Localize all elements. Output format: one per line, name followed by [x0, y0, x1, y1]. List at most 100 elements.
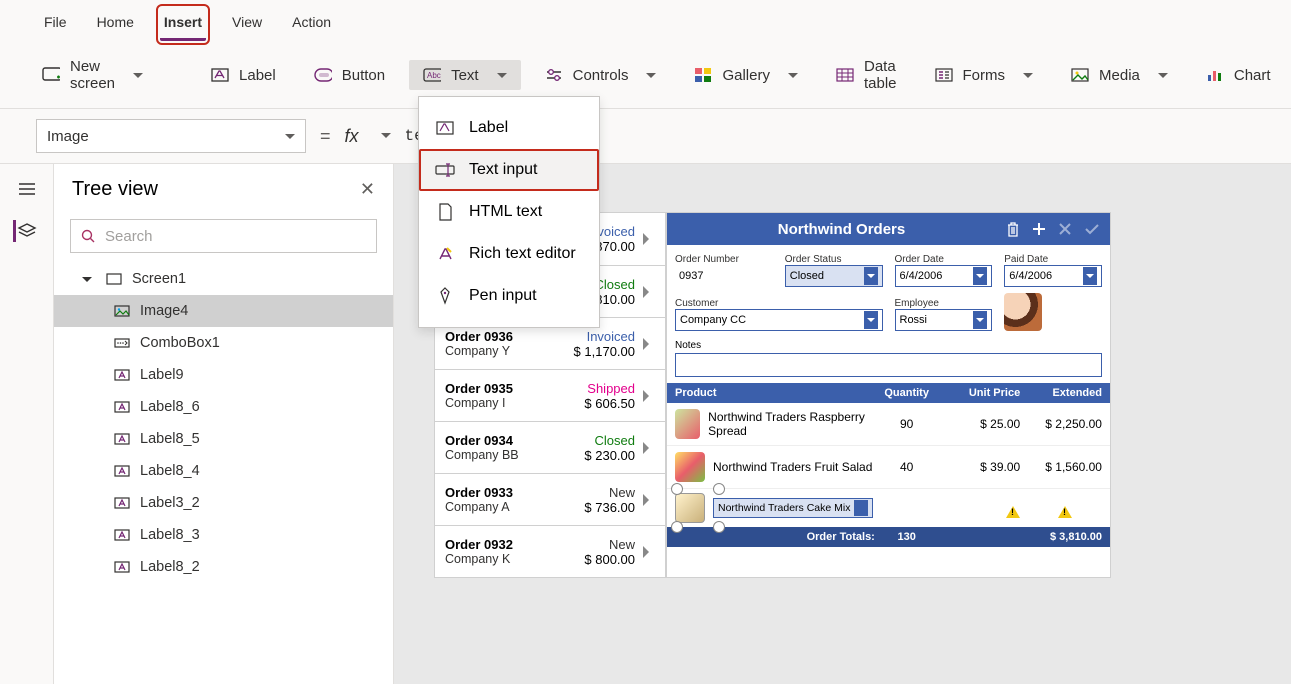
- menu-item-html-text[interactable]: HTML text: [419, 191, 599, 233]
- calendar-icon: [973, 267, 987, 285]
- order-status: New: [584, 537, 635, 552]
- product-qty: 90: [875, 417, 939, 431]
- layers-icon[interactable]: [13, 220, 37, 242]
- product-unit-price: $ 25.00: [938, 417, 1020, 431]
- employee-select[interactable]: Rossi: [895, 309, 993, 331]
- screen-icon: [106, 273, 122, 285]
- controls-dropdown-button[interactable]: Controls: [531, 60, 671, 90]
- product-row[interactable]: Northwind Traders Raspberry Spread90$ 25…: [667, 403, 1110, 446]
- chart-dropdown-button[interactable]: Chart: [1192, 60, 1285, 90]
- chevron-right-icon: [643, 546, 655, 558]
- selection-handle[interactable]: [671, 521, 683, 533]
- chevron-down-icon: [125, 67, 143, 84]
- tree-item-label8_2[interactable]: Label8_2: [54, 551, 393, 583]
- forms-icon: [935, 66, 953, 84]
- product-thumbnail: [675, 409, 700, 439]
- value-order-number: 0937: [675, 265, 773, 287]
- tab-home[interactable]: Home: [93, 8, 138, 41]
- calendar-icon: [1083, 267, 1097, 285]
- close-tree-button[interactable]: ✕: [360, 179, 375, 200]
- media-icon: [1071, 66, 1089, 84]
- order-name: Order 0935: [445, 381, 576, 396]
- forms-dropdown-button[interactable]: Forms: [921, 60, 1048, 90]
- gallery-dropdown-button[interactable]: Gallery: [680, 60, 812, 90]
- paid-date-input[interactable]: 6/4/2006: [1004, 265, 1102, 287]
- order-amount: $ 736.00: [584, 500, 635, 515]
- controls-label: Controls: [573, 67, 629, 84]
- order-name: Order 0932: [445, 537, 576, 552]
- new-screen-label: New screen: [70, 58, 115, 92]
- warning-icon: [1058, 499, 1072, 518]
- tab-view[interactable]: View: [228, 8, 266, 41]
- tree-item-label8_3[interactable]: Label8_3: [54, 519, 393, 551]
- chevron-right-icon: [643, 338, 655, 350]
- th-qty: Quantity: [875, 387, 939, 399]
- media-dropdown-button[interactable]: Media: [1057, 60, 1182, 90]
- chevron-down-icon: [1015, 67, 1033, 84]
- tree-search-input[interactable]: Search: [70, 219, 377, 253]
- product-thumbnail[interactable]: [675, 493, 705, 523]
- tree-item-combobox1[interactable]: ComboBox1: [54, 327, 393, 359]
- menu-item-text-input[interactable]: Text input: [419, 149, 599, 191]
- tab-file[interactable]: File: [40, 8, 71, 41]
- search-placeholder: Search: [105, 228, 153, 245]
- button-label: Button: [342, 67, 385, 84]
- new-screen-button[interactable]: New screen: [28, 52, 157, 98]
- order-list-item[interactable]: Order 0933Company ANew$ 736.00: [435, 473, 665, 525]
- tab-action[interactable]: Action: [288, 8, 335, 41]
- tree-item-label8_5[interactable]: Label8_5: [54, 423, 393, 455]
- menu-item-pen-input[interactable]: Pen input: [419, 275, 599, 317]
- notes-input[interactable]: [675, 353, 1102, 377]
- save-icon[interactable]: [1084, 223, 1100, 235]
- tree-item-label: ComboBox1: [140, 335, 220, 351]
- menu-item-label[interactable]: Label: [419, 107, 599, 149]
- add-icon[interactable]: [1032, 222, 1046, 236]
- tree-view-title: Tree view: [72, 178, 158, 201]
- label-order-status: Order Status: [785, 254, 842, 265]
- tree-root[interactable]: Screen1: [54, 263, 393, 295]
- product-unit-price: $ 39.00: [938, 460, 1020, 474]
- gallery-icon: [694, 66, 712, 84]
- label-notes: Notes: [675, 340, 701, 351]
- selection-handle[interactable]: [671, 483, 683, 495]
- chevron-down-icon: [277, 128, 295, 145]
- product-name: Northwind Traders Raspberry Spread: [708, 410, 875, 438]
- tab-insert[interactable]: Insert: [160, 8, 206, 41]
- order-list-item[interactable]: Order 0935Company IShipped$ 606.50: [435, 369, 665, 421]
- order-date-input[interactable]: 6/4/2006: [895, 265, 993, 287]
- totals-ext: $ 3,810.00: [1020, 531, 1102, 543]
- warning-icon: [1006, 499, 1020, 518]
- data-table-label: Data table: [864, 58, 897, 92]
- tree-item-label8_6[interactable]: Label8_6: [54, 391, 393, 423]
- hamburger-icon[interactable]: [15, 178, 39, 200]
- chevron-right-icon: [643, 494, 655, 506]
- label-button[interactable]: Label: [197, 60, 290, 90]
- customer-select[interactable]: Company CC: [675, 309, 883, 331]
- new-product-select[interactable]: Northwind Traders Cake Mix: [713, 498, 873, 518]
- order-company: Company Y: [445, 344, 566, 358]
- tree-item-label9[interactable]: Label9: [54, 359, 393, 391]
- order-list-item[interactable]: Order 0934Company BBClosed$ 230.00: [435, 421, 665, 473]
- control-icon: [114, 561, 130, 573]
- text-label: Text: [451, 67, 479, 84]
- svg-text:Abc: Abc: [427, 71, 441, 80]
- menu-item-rich-text[interactable]: Rich text editor: [419, 233, 599, 275]
- button-button[interactable]: Button: [300, 60, 399, 90]
- delete-icon[interactable]: [1006, 221, 1020, 237]
- data-table-button[interactable]: Data table: [822, 52, 911, 98]
- tree-item-image4[interactable]: Image4: [54, 295, 393, 327]
- selection-handle[interactable]: [713, 483, 725, 495]
- property-select[interactable]: Image: [36, 119, 306, 153]
- tree-item-label8_4[interactable]: Label8_4: [54, 455, 393, 487]
- tree-item-label3_2[interactable]: Label3_2: [54, 487, 393, 519]
- selection-handle[interactable]: [713, 521, 725, 533]
- status-select[interactable]: Closed: [785, 265, 883, 287]
- cancel-icon[interactable]: [1058, 222, 1072, 236]
- order-list-item[interactable]: Order 0932Company KNew$ 800.00: [435, 525, 665, 577]
- product-row[interactable]: Northwind Traders Fruit Salad40$ 39.00$ …: [667, 446, 1110, 489]
- text-dropdown-menu: Label Text input HTML text Rich text edi…: [418, 96, 600, 328]
- property-select-value: Image: [47, 128, 89, 145]
- order-amount: $ 1,170.00: [574, 344, 635, 359]
- label-employee: Employee: [895, 298, 939, 309]
- text-dropdown-button[interactable]: Abc Text: [409, 60, 521, 90]
